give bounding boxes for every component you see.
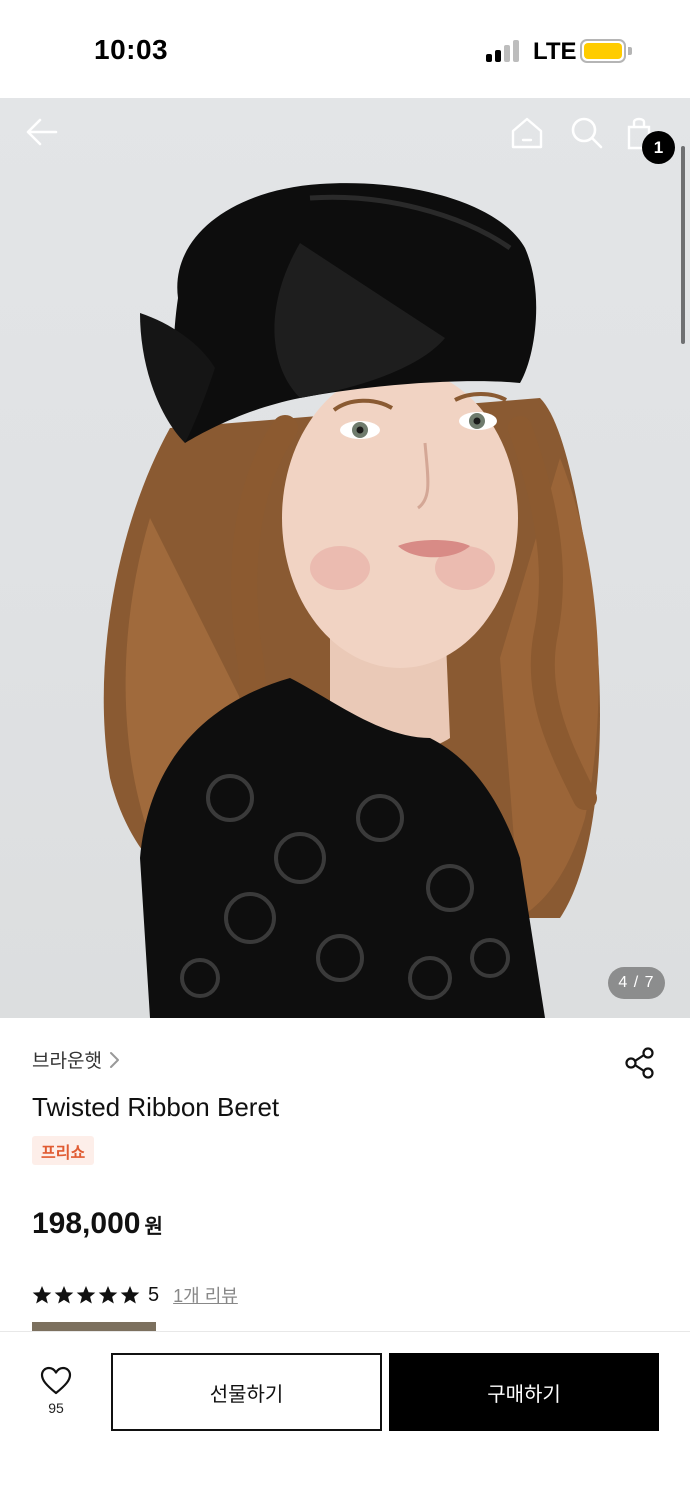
brand-name: 브라운햇 — [32, 1051, 102, 1072]
chevron-right-icon — [109, 1051, 119, 1068]
gift-button[interactable]: 선물하기 — [111, 1353, 382, 1431]
network-label: LTE — [533, 38, 577, 65]
price-currency: 원 — [144, 1216, 163, 1238]
home-button[interactable] — [510, 116, 550, 156]
price-amount: 198,000 — [32, 1207, 141, 1240]
brand-link[interactable]: 브라운햇 — [32, 1046, 120, 1073]
star-icon — [54, 1286, 74, 1304]
star-icon — [32, 1286, 52, 1304]
signal-icon — [486, 40, 522, 62]
gallery-page-indicator: 4 / 7 — [608, 967, 665, 999]
share-button[interactable] — [623, 1046, 657, 1080]
battery-icon — [580, 39, 632, 63]
scrollbar[interactable] — [681, 146, 685, 344]
search-button[interactable] — [570, 116, 610, 156]
product-tag: 프리쇼 — [32, 1136, 95, 1165]
star-icon — [120, 1286, 140, 1304]
back-button[interactable] — [26, 118, 68, 154]
review-link[interactable]: 1개 리뷰 — [173, 1282, 238, 1308]
rating-value: 5 — [148, 1283, 160, 1306]
star-icon — [76, 1286, 96, 1304]
back-arrow-icon — [26, 118, 58, 146]
buy-button[interactable]: 구매하기 — [389, 1353, 659, 1431]
home-icon — [511, 117, 543, 149]
share-icon — [625, 1047, 654, 1079]
product-price: 198,000 원 — [32, 1207, 163, 1241]
model-photo — [103, 183, 600, 1018]
rating-stars — [32, 1285, 140, 1305]
search-icon — [571, 117, 603, 149]
star-icon — [98, 1286, 118, 1304]
like-button[interactable]: 95 — [20, 1366, 92, 1426]
like-count: 95 — [48, 1400, 64, 1416]
bottom-action-bar: 95 선물하기 구매하기 — [0, 1331, 690, 1500]
product-image[interactable]: 4 / 7 — [0, 98, 690, 1018]
status-bar: 10:03 LTE — [0, 0, 690, 98]
cart-count-badge: 1 — [642, 131, 675, 164]
product-title: Twisted Ribbon Beret — [32, 1092, 280, 1122]
rating-row: 5 1개 리뷰 — [32, 1281, 238, 1309]
status-time: 10:03 — [94, 34, 169, 65]
heart-icon — [40, 1366, 72, 1395]
